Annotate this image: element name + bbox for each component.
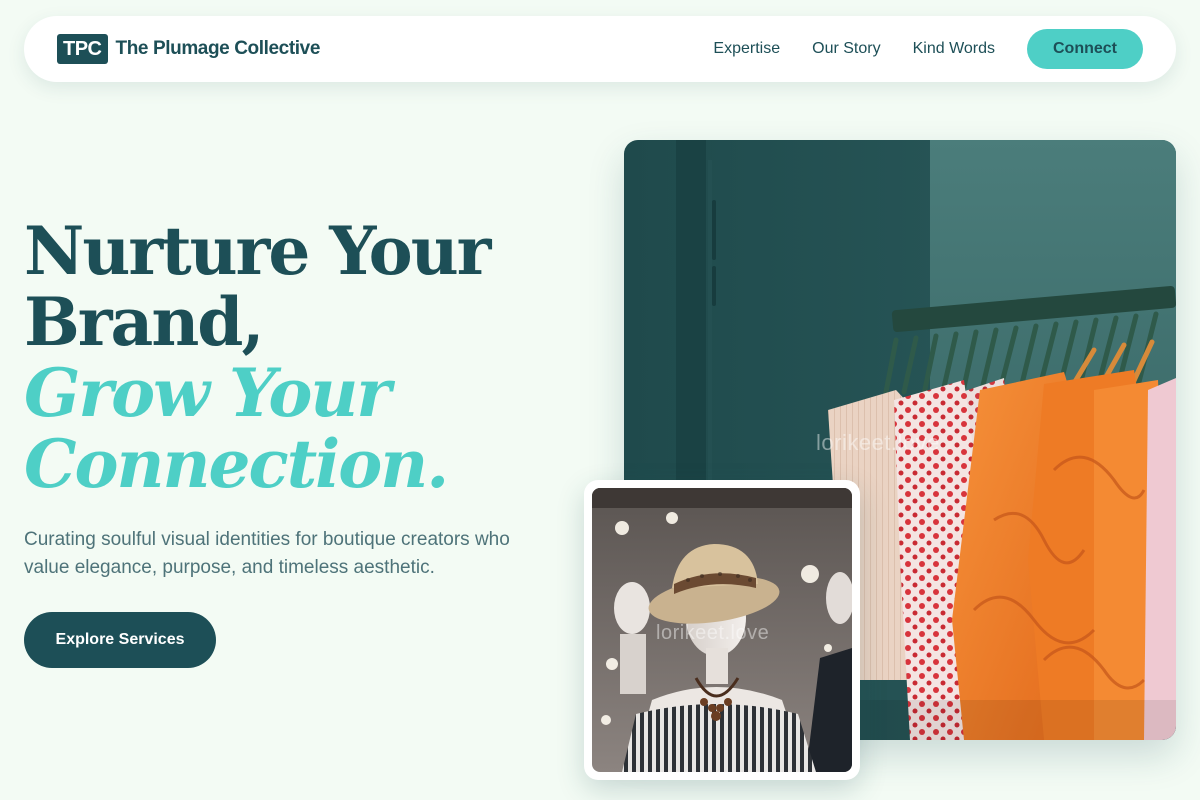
headline-line-1: Nurture Your <box>24 212 491 290</box>
nav-link-kind-words[interactable]: Kind Words <box>913 40 995 58</box>
headline-line-3: Grow Your <box>24 354 391 432</box>
hero-subtitle: Curating soulful visual identities for b… <box>24 529 510 578</box>
headline-line-2: Brand, <box>24 283 264 361</box>
logo-mark: TPC <box>57 34 108 64</box>
nav-link-expertise[interactable]: Expertise <box>713 40 780 58</box>
top-navbar: TPC The Plumage Collective Expertise Our… <box>24 16 1176 82</box>
explore-services-button[interactable]: Explore Services <box>24 612 216 668</box>
headline-line-4: Connection. <box>24 425 449 503</box>
mannequin-image: lorikeet.love <box>592 488 852 772</box>
nav-links: Expertise Our Story Kind Words Connect <box>713 29 1143 69</box>
brand-name: The Plumage Collective <box>115 38 321 59</box>
connect-button[interactable]: Connect <box>1027 29 1143 69</box>
hero-headline: Nurture Your Brand, Grow Your Connection… <box>24 212 491 503</box>
mannequin-image-card: lorikeet.love <box>584 480 860 780</box>
nav-link-our-story[interactable]: Our Story <box>812 40 880 58</box>
brand-logo[interactable]: TPC The Plumage Collective <box>57 34 320 64</box>
